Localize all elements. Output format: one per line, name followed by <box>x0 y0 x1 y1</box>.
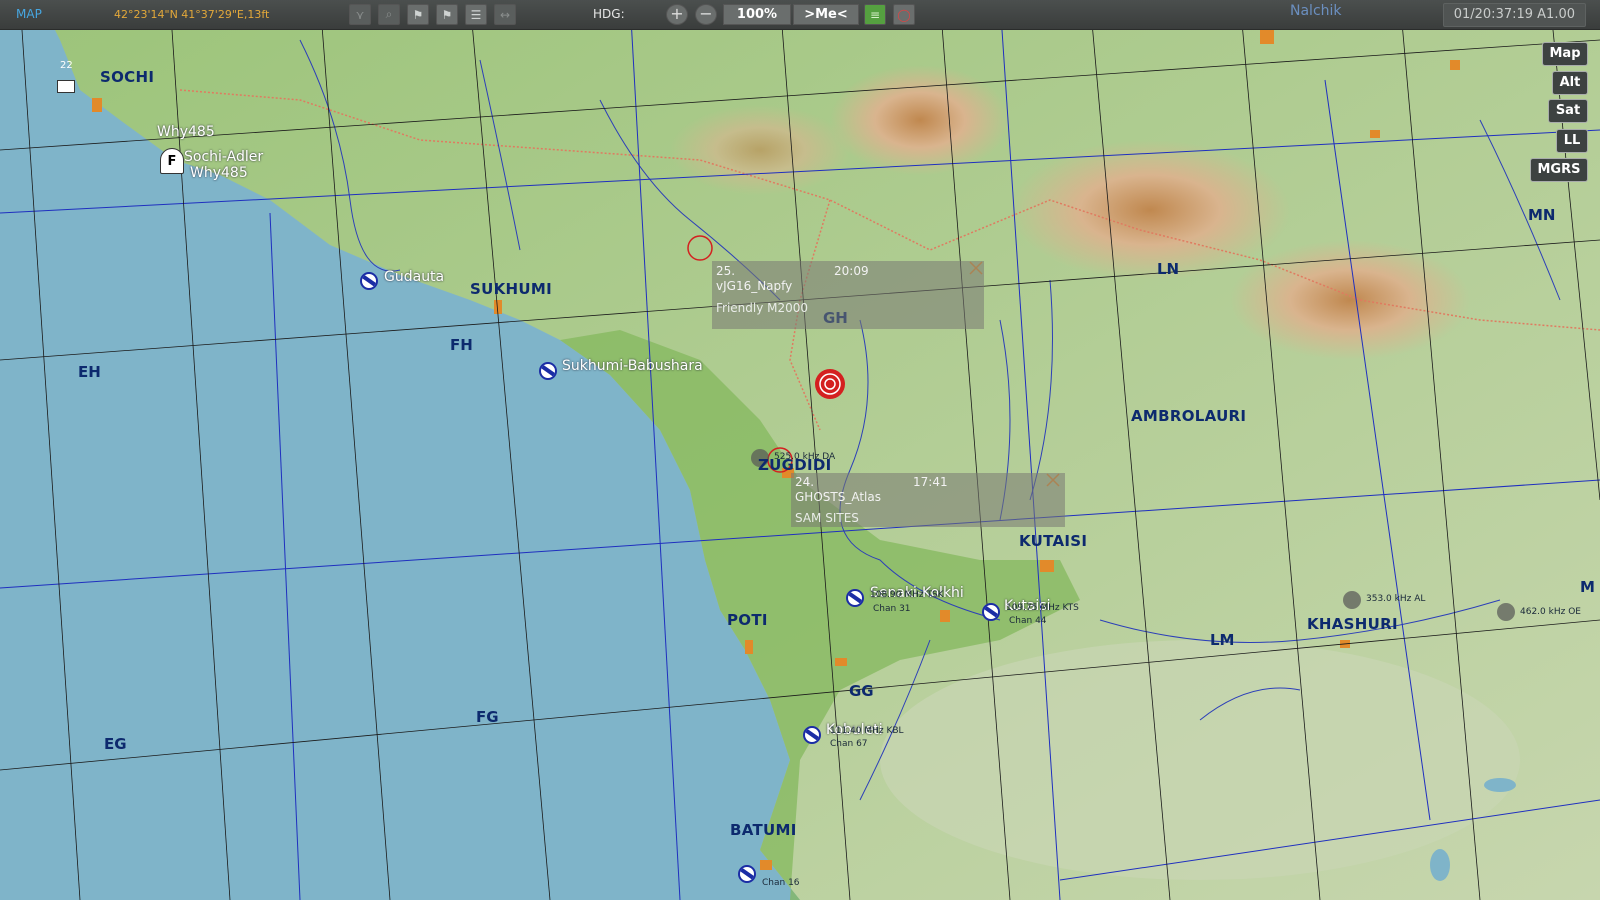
city-label-sochi: SOCHI <box>100 68 155 86</box>
cursor-coordinates: 42°23'14"N 41°37'29"E,13ft <box>114 8 270 21</box>
envelope-icon[interactable] <box>57 80 75 93</box>
callsign-label-upper: Why485 <box>157 124 215 140</box>
flag-red-tool-button[interactable]: ⚑ <box>436 4 458 25</box>
record-button[interactable]: ◯ <box>893 4 915 25</box>
map-mode-label: MAP <box>16 7 42 21</box>
tacan-freq-kobuleti: 111.40 MHz KBL <box>830 726 904 736</box>
airfield-icon-sukhumi[interactable] <box>539 362 557 380</box>
city-label-batumi: BATUMI <box>730 821 797 839</box>
lake-2 <box>1484 778 1516 792</box>
waypoint-time: 20:09 <box>834 264 869 278</box>
sochi-number: 22 <box>60 60 73 71</box>
mission-clock: 01/20:37:19 A1.00 <box>1442 3 1586 27</box>
tacan-freq-kutaisi: 109.75 MHz KTS <box>1006 603 1079 613</box>
route-tool-button[interactable]: ⋎ <box>349 4 371 25</box>
waypoint-number: 25. <box>716 264 736 278</box>
city-label-khashuri: KHASHURI <box>1307 615 1398 633</box>
top-toolbar: MAP 42°23'14"N 41°37'29"E,13ft ⋎ ⌕ ⚑ ⚑ ☰… <box>0 0 1600 30</box>
airfield-label-gudauta[interactable]: Gudauta <box>384 269 444 285</box>
grid-label-eh: EH <box>78 363 101 381</box>
city-label-sukhumi: SUKHUMI <box>470 280 552 298</box>
search-tool-button[interactable]: ⌕ <box>378 4 400 25</box>
message-tool-button[interactable]: ☰ <box>465 4 487 25</box>
grid-label-lm: LM <box>1210 631 1235 649</box>
edge-label-m: M <box>1580 578 1595 596</box>
grid-label-gg: GG <box>849 682 874 700</box>
grid-label-eg: EG <box>104 735 127 753</box>
center-on-me-button[interactable]: >Me< <box>793 4 859 25</box>
layer-map-button[interactable]: Map <box>1542 42 1588 66</box>
zoom-out-button[interactable]: − <box>695 4 717 25</box>
hills-south <box>880 640 1520 880</box>
waypoint-time: 17:41 <box>913 475 948 489</box>
ruler-tool-button[interactable]: ↔ <box>494 4 516 25</box>
waypoint-description: Friendly M2000 <box>716 301 809 315</box>
heading-label: HDG: <box>593 7 625 21</box>
airfield-icon-batumi[interactable] <box>738 865 756 883</box>
waypoint-name: GHOSTS_Atlas <box>795 490 881 504</box>
ndb-label-oe: 462.0 kHz OE <box>1520 607 1581 617</box>
mountain-4 <box>670 105 850 195</box>
layer-alt-button[interactable]: Alt <box>1552 71 1588 95</box>
layer-mgrs-button[interactable]: MGRS <box>1530 158 1588 182</box>
waypoint-description: SAM SITES <box>795 511 859 525</box>
grid-label-fg: FG <box>476 708 499 726</box>
tacan-freq-senaki: 108.90 MHz TSK <box>870 590 944 600</box>
waypoint-number: 24. <box>795 475 815 489</box>
airfield-icon-kobuleti[interactable] <box>803 726 821 744</box>
airfield-label-sochi-adler: Sochi-Adler <box>184 149 264 165</box>
mountain-2 <box>1010 140 1290 280</box>
layer-ll-button[interactable]: LL <box>1556 129 1588 153</box>
airfield-label-sukhumi-babushara[interactable]: Sukhumi-Babushara <box>562 358 703 374</box>
zoom-in-button[interactable]: + <box>666 4 688 25</box>
sam-target-icon[interactable] <box>815 369 845 399</box>
flag-tool-button[interactable]: ⚑ <box>407 4 429 25</box>
tacan-chan-kutaisi: Chan 44 <box>1009 616 1047 626</box>
grid-label-ln: LN <box>1157 260 1180 278</box>
callsign-label-lower: Why485 <box>190 165 248 181</box>
tacan-chan-kobuleti: Chan 67 <box>830 739 868 749</box>
airfield-icon-senaki[interactable] <box>846 589 864 607</box>
airfield-icon-gudauta[interactable] <box>360 272 378 290</box>
layer-toggle-button[interactable]: ≡ <box>864 4 886 25</box>
ndb-label-da: 525.0 kHz DA <box>774 452 836 462</box>
grid-label-fh: FH <box>450 336 473 354</box>
edge-label-nalchik: Nalchik <box>1290 3 1342 19</box>
waypoint-card-25[interactable]: 25. 20:09 vJG16_Napfy Friendly M2000 <box>712 261 984 329</box>
tacan-chan-batumi: Chan 16 <box>762 878 800 888</box>
friendly-unit-icon[interactable]: F <box>160 148 184 174</box>
waypoint-name: vJG16_Napfy <box>716 279 793 293</box>
grid-label-mn: MN <box>1528 206 1556 224</box>
mountain-1 <box>830 65 1010 175</box>
city-label-ambrolauri: AMBROLAURI <box>1131 407 1247 425</box>
zoom-level[interactable]: 100% <box>723 4 791 25</box>
lake-1 <box>1430 849 1450 881</box>
city-label-kutaisi: KUTAISI <box>1019 532 1088 550</box>
ndb-label-al: 353.0 kHz AL <box>1366 594 1426 604</box>
map-canvas[interactable] <box>0 0 1600 900</box>
tacan-chan-senaki: Chan 31 <box>873 604 911 614</box>
waypoint-card-24[interactable]: 24. 17:41 GHOSTS_Atlas SAM SITES <box>791 473 1065 527</box>
airfield-icon-kutaisi[interactable] <box>982 603 1000 621</box>
city-label-poti: POTI <box>727 611 768 629</box>
layer-sat-button[interactable]: Sat <box>1548 99 1588 123</box>
